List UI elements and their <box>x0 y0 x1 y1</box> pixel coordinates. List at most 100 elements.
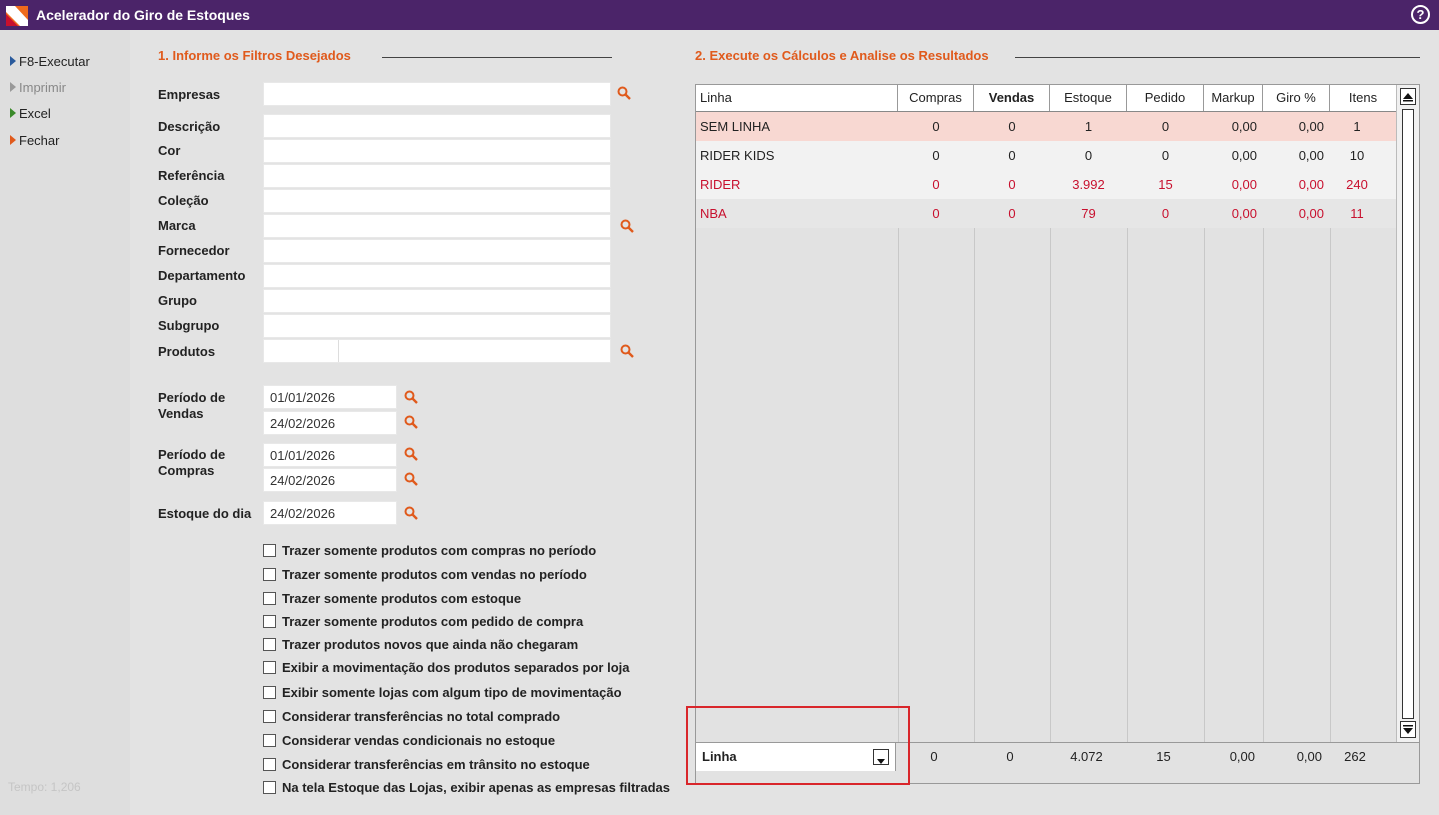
checkbox-vendas-condicionais[interactable]: Considerar vendas condicionais no estoqu… <box>263 733 555 748</box>
table-row[interactable]: NBA 0 0 79 0 0,00 0,00 11 <box>696 199 1396 228</box>
table-row[interactable]: RIDER KIDS 0 0 0 0 0,00 0,00 10 <box>696 141 1396 170</box>
checkbox-label: Trazer somente produtos com pedido de co… <box>282 614 584 629</box>
calendar-search-icon[interactable] <box>404 390 418 404</box>
periodo-vendas-label: Período de Vendas <box>158 390 225 422</box>
checkbox-box[interactable] <box>263 781 276 794</box>
sidebar-item-excel[interactable]: Excel <box>10 106 51 121</box>
checkbox-box[interactable] <box>263 686 276 699</box>
checkbox-vendas-periodo[interactable]: Trazer somente produtos com vendas no pe… <box>263 567 587 582</box>
estoque-dia-date[interactable]: 24/02/2026 <box>263 501 397 525</box>
compras-to-date[interactable]: 24/02/2026 <box>263 468 397 492</box>
checkbox-box[interactable] <box>263 592 276 605</box>
group-by-select[interactable]: Linha <box>696 743 896 771</box>
search-icon[interactable] <box>620 344 634 358</box>
checkbox-box[interactable] <box>263 638 276 651</box>
calendar-search-icon[interactable] <box>404 472 418 486</box>
checkbox-box[interactable] <box>263 710 276 723</box>
produtos-field[interactable] <box>263 339 611 363</box>
cell-itens: 240 <box>1346 177 1368 192</box>
table-row[interactable]: RIDER 0 0 3.992 15 0,00 0,00 240 <box>696 170 1396 199</box>
checkbox-transferencias-transito[interactable]: Considerar transferências em trânsito no… <box>263 757 590 772</box>
vertical-scrollbar[interactable] <box>1396 85 1419 742</box>
col-header-vendas[interactable]: Vendas <box>974 85 1050 111</box>
vendas-from-date[interactable]: 01/01/2026 <box>263 385 397 409</box>
checkbox-label: Trazer somente produtos com vendas no pe… <box>282 567 587 582</box>
search-icon[interactable] <box>620 219 634 233</box>
periodo-compras-label-line1: Período de <box>158 447 226 462</box>
cell-linha: RIDER KIDS <box>700 148 775 163</box>
search-icon[interactable] <box>617 86 631 100</box>
marca-field[interactable] <box>263 214 611 238</box>
checkbox-produtos-novos[interactable]: Trazer produtos novos que ainda não cheg… <box>263 637 578 652</box>
app-logo-icon <box>6 6 28 26</box>
checkbox-movimentacao-loja[interactable]: Exibir a movimentação dos produtos separ… <box>263 660 629 675</box>
calendar-search-icon[interactable] <box>404 506 418 520</box>
scroll-thumb[interactable] <box>1402 109 1414 719</box>
checkbox-com-estoque[interactable]: Trazer somente produtos com estoque <box>263 591 521 606</box>
checkbox-box[interactable] <box>263 734 276 747</box>
total-estoque: 4.072 <box>1070 749 1103 764</box>
cell-compras: 0 <box>932 148 940 163</box>
total-pedido: 15 <box>1156 749 1171 764</box>
sidebar-item-fechar[interactable]: Fechar <box>10 133 59 148</box>
sidebar-item-executar[interactable]: F8-Executar <box>10 54 90 69</box>
col-header-compras[interactable]: Compras <box>898 85 974 111</box>
checkbox-label: Trazer somente produtos com compras no p… <box>282 543 597 558</box>
scroll-up-button[interactable] <box>1400 88 1416 105</box>
cell-vendas: 0 <box>1008 119 1016 134</box>
checkbox-box[interactable] <box>263 661 276 674</box>
col-header-estoque[interactable]: Estoque <box>1050 85 1127 111</box>
checkbox-pedido-compra[interactable]: Trazer somente produtos com pedido de co… <box>263 614 583 629</box>
descricao-field[interactable] <box>263 114 611 138</box>
cell-vendas: 0 <box>1008 206 1016 221</box>
cell-linha: SEM LINHA <box>700 119 771 134</box>
sidebar-item-label: F8-Executar <box>19 54 90 69</box>
play-arrow-icon <box>10 56 16 66</box>
results-grid[interactable]: Linha Compras Vendas Estoque Pedido Mark… <box>695 84 1420 784</box>
checkbox-box[interactable] <box>263 615 276 628</box>
empresas-field[interactable] <box>263 82 611 106</box>
checkbox-box[interactable] <box>263 758 276 771</box>
cell-estoque: 0 <box>1084 148 1093 163</box>
referencia-field[interactable] <box>263 164 611 188</box>
cell-linha: RIDER <box>700 177 741 192</box>
dropdown-button[interactable] <box>873 749 889 765</box>
cor-field[interactable] <box>263 139 611 163</box>
checkbox-empresas-filtradas[interactable]: Na tela Estoque das Lojas, exibir apenas… <box>263 780 670 795</box>
arrow-down-icon <box>1403 725 1413 734</box>
fornecedor-field[interactable] <box>263 239 611 263</box>
colecao-label: Coleção <box>158 193 209 208</box>
referencia-label: Referência <box>158 168 225 183</box>
col-header-markup[interactable]: Markup <box>1204 85 1263 111</box>
compras-from-date[interactable]: 01/01/2026 <box>263 443 397 467</box>
sidebar-item-label: Imprimir <box>19 80 66 95</box>
help-circle-icon[interactable]: ? <box>1411 5 1430 24</box>
elapsed-time: Tempo: 1,206 <box>8 780 81 794</box>
scroll-down-button[interactable] <box>1400 721 1416 738</box>
checkbox-lojas-movimentacao[interactable]: Exibir somente lojas com algum tipo de m… <box>263 685 622 700</box>
col-header-pedido[interactable]: Pedido <box>1127 85 1204 111</box>
cell-vendas: 0 <box>1008 177 1016 192</box>
cell-estoque: 3.992 <box>1072 177 1105 192</box>
grupo-field[interactable] <box>263 289 611 313</box>
checkbox-compras-periodo[interactable]: Trazer somente produtos com compras no p… <box>263 543 596 558</box>
checkbox-label: Na tela Estoque das Lojas, exibir apenas… <box>282 780 671 795</box>
checkbox-box[interactable] <box>263 568 276 581</box>
colecao-field[interactable] <box>263 189 611 213</box>
calendar-search-icon[interactable] <box>404 415 418 429</box>
col-header-itens[interactable]: Itens <box>1330 85 1396 111</box>
departamento-field[interactable] <box>263 264 611 288</box>
checkbox-label: Trazer produtos novos que ainda não cheg… <box>282 637 579 652</box>
subgrupo-field[interactable] <box>263 314 611 338</box>
col-header-giro[interactable]: Giro % <box>1263 85 1330 111</box>
table-row[interactable]: SEM LINHA 0 0 1 0 0,00 0,00 1 <box>696 112 1396 141</box>
cell-pedido: 0 <box>1161 119 1170 134</box>
checkbox-box[interactable] <box>263 544 276 557</box>
departamento-label: Departamento <box>158 268 246 283</box>
vendas-to-date[interactable]: 24/02/2026 <box>263 411 397 435</box>
checkbox-transferencias-comprado[interactable]: Considerar transferências no total compr… <box>263 709 560 724</box>
col-header-linha[interactable]: Linha <box>696 85 898 111</box>
total-itens: 262 <box>1344 749 1366 764</box>
sidebar-item-imprimir[interactable]: Imprimir <box>10 80 66 95</box>
calendar-search-icon[interactable] <box>404 447 418 461</box>
